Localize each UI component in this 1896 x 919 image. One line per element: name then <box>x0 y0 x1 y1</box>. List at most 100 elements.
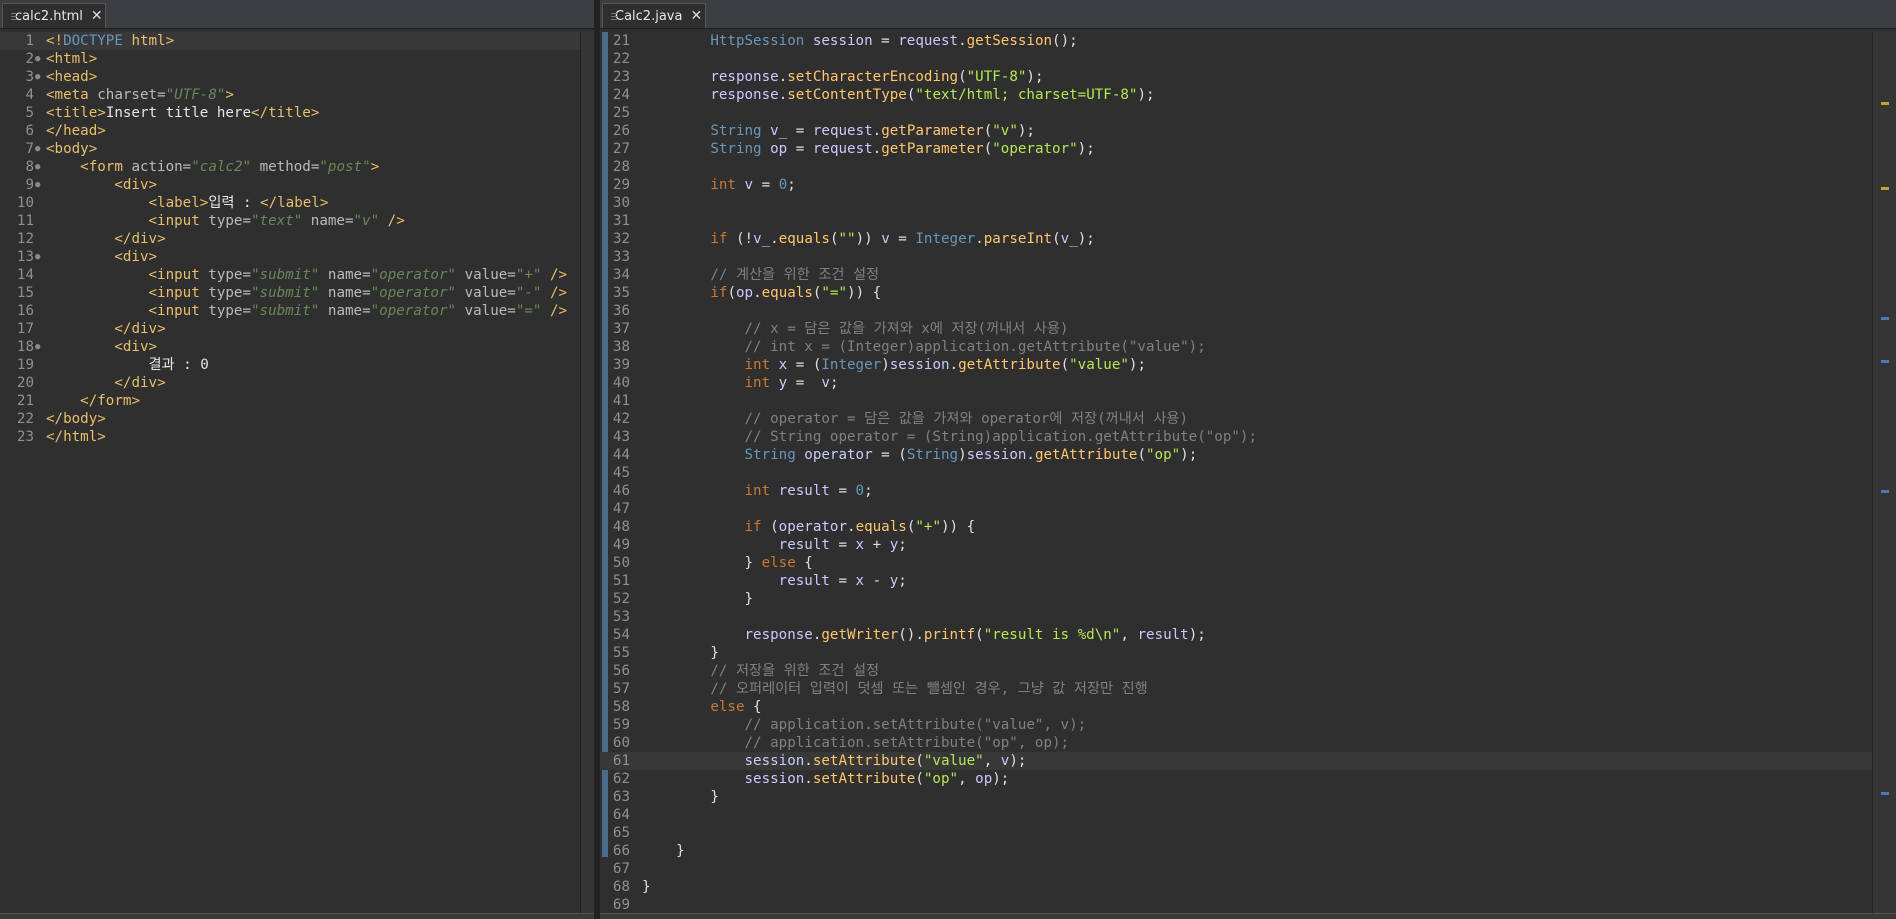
java-horizontal-scrollbar[interactable] <box>600 913 1896 919</box>
code-line[interactable]: 21 HttpSession session = request.getSess… <box>600 32 1896 50</box>
code-line[interactable]: 27 String op = request.getParameter("ope… <box>600 140 1896 158</box>
code-line[interactable]: 45 <box>600 464 1896 482</box>
close-icon[interactable]: ✕ <box>91 8 103 24</box>
code-line[interactable]: 61 session.setAttribute("value", v); <box>600 752 1896 770</box>
code-line[interactable]: 41 <box>600 392 1896 410</box>
java-editor-pane[interactable]: Calc2.java ✕ 21 HttpSession session = re… <box>600 0 1896 919</box>
code-line[interactable]: 59 // application.setAttribute("value", … <box>600 716 1896 734</box>
html-vertical-scrollbar[interactable] <box>580 32 594 919</box>
fold-toggle-icon[interactable]: ● <box>35 158 40 176</box>
fold-toggle-icon[interactable]: ● <box>35 338 40 356</box>
code-line[interactable]: 31 <box>600 212 1896 230</box>
java-overview-ruler[interactable] <box>1872 32 1896 919</box>
code-line[interactable]: 52 } <box>600 590 1896 608</box>
code-line[interactable]: 19 결과 : 0 <box>0 356 594 374</box>
occurrence-marker[interactable] <box>1881 490 1889 493</box>
code-line[interactable]: 53 <box>600 608 1896 626</box>
fold-toggle-icon[interactable]: ● <box>35 176 40 194</box>
fold-toggle-icon[interactable]: ● <box>35 140 40 158</box>
code-line[interactable]: 65 <box>600 824 1896 842</box>
code-line[interactable]: 12 </div> <box>0 230 594 248</box>
tab-calc2-html[interactable]: calc2.html ✕ <box>2 3 106 28</box>
code-line[interactable]: 62 session.setAttribute("op", op); <box>600 770 1896 788</box>
code-line[interactable]: 69 <box>600 896 1896 914</box>
tab-calc2-java[interactable]: Calc2.java ✕ <box>602 3 706 28</box>
code-line[interactable]: 25 <box>600 104 1896 122</box>
code-token: "submit" <box>251 303 320 319</box>
code-line[interactable]: 34 // 계산을 위한 조건 설정 <box>600 266 1896 284</box>
code-line[interactable]: 64 <box>600 806 1896 824</box>
code-line[interactable]: 44 String operator = (String)session.get… <box>600 446 1896 464</box>
code-line[interactable]: 38 // int x = (Integer)application.getAt… <box>600 338 1896 356</box>
code-line[interactable]: 14 <input type="submit" name="operator" … <box>0 266 594 284</box>
code-line[interactable]: 68} <box>600 878 1896 896</box>
code-line[interactable]: 24 response.setContentType("text/html; c… <box>600 86 1896 104</box>
code-token: String <box>710 141 771 157</box>
code-line[interactable]: 33 <box>600 248 1896 266</box>
code-line[interactable]: 32 if (!v_.equals("")) v = Integer.parse… <box>600 230 1896 248</box>
code-line[interactable]: 56 // 저장을 위한 조건 설정 <box>600 662 1896 680</box>
code-line[interactable]: 23 response.setCharacterEncoding("UTF-8"… <box>600 68 1896 86</box>
code-line[interactable]: 22 </body> <box>0 410 594 428</box>
code-line[interactable]: 17 </div> <box>0 320 594 338</box>
code-line[interactable]: 39 int x = (Integer)session.getAttribute… <box>600 356 1896 374</box>
code-line[interactable]: 67 <box>600 860 1896 878</box>
code-line[interactable]: 50 } else { <box>600 554 1896 572</box>
code-line[interactable]: 16 <input type="submit" name="operator" … <box>0 302 594 320</box>
code-line[interactable]: 9 ● <div> <box>0 176 594 194</box>
warning-marker[interactable] <box>1881 187 1889 190</box>
code-line[interactable]: 4 <meta charset="UTF-8"> <box>0 86 594 104</box>
code-line[interactable]: 7 ● <body> <box>0 140 594 158</box>
code-line[interactable]: 20 </div> <box>0 374 594 392</box>
code-line[interactable]: 22 <box>600 50 1896 68</box>
code-line[interactable]: 66 } <box>600 842 1896 860</box>
warning-marker[interactable] <box>1881 102 1889 105</box>
code-line[interactable]: 11 <input type="text" name="v" /> <box>0 212 594 230</box>
code-line[interactable]: 13 ● <div> <box>0 248 594 266</box>
fold-toggle-icon[interactable]: ● <box>35 68 40 86</box>
code-line[interactable]: 54 response.getWriter().printf("result i… <box>600 626 1896 644</box>
fold-toggle-icon[interactable]: ● <box>35 50 40 68</box>
code-line[interactable]: 55 } <box>600 644 1896 662</box>
code-line[interactable]: 48 if (operator.equals("+")) { <box>600 518 1896 536</box>
code-line[interactable]: 43 // String operator = (String)applicat… <box>600 428 1896 446</box>
code-token: ) <box>958 447 967 463</box>
close-icon[interactable]: ✕ <box>690 8 702 24</box>
code-line[interactable]: 28 <box>600 158 1896 176</box>
code-line[interactable]: 40 int y = v; <box>600 374 1896 392</box>
fold-toggle-icon[interactable]: ● <box>35 248 40 266</box>
code-line[interactable]: 10 <label>입력 : </label> <box>0 194 594 212</box>
code-token: </ <box>260 195 278 211</box>
code-line[interactable]: 51 result = x - y; <box>600 572 1896 590</box>
code-line[interactable]: 3 ● <head> <box>0 68 594 86</box>
html-editor-pane[interactable]: calc2.html ✕ 1 <!DOCTYPE html> 2 ● <html> 3 ● <… <box>0 0 594 919</box>
code-line[interactable]: 42 // operator = 담은 값을 가져와 operator에 저장(… <box>600 410 1896 428</box>
occurrence-marker[interactable] <box>1881 317 1889 320</box>
code-line[interactable]: 21 </form> <box>0 392 594 410</box>
code-line[interactable]: 36 <box>600 302 1896 320</box>
occurrence-marker[interactable] <box>1881 792 1889 795</box>
code-line[interactable]: 2 ● <html> <box>0 50 594 68</box>
code-line[interactable]: 30 <box>600 194 1896 212</box>
code-line[interactable]: 6 </head> <box>0 122 594 140</box>
code-line[interactable]: 46 int result = 0; <box>600 482 1896 500</box>
code-line[interactable]: 26 String v_ = request.getParameter("v")… <box>600 122 1896 140</box>
code-line[interactable]: 57 // 오퍼레이터 입력이 덧셈 또는 뺄셈인 경우, 그냥 값 저장만 진… <box>600 680 1896 698</box>
code-line[interactable]: 49 result = x + y; <box>600 536 1896 554</box>
code-line[interactable]: 15 <input type="submit" name="operator" … <box>0 284 594 302</box>
code-line[interactable]: 29 int v = 0; <box>600 176 1896 194</box>
code-line[interactable]: 5 <title>Insert title here</title> <box>0 104 594 122</box>
occurrence-marker[interactable] <box>1881 360 1889 363</box>
code-line[interactable]: 18 ● <div> <box>0 338 594 356</box>
code-line[interactable]: 58 else { <box>600 698 1896 716</box>
code-line[interactable]: 60 // application.setAttribute("op", op)… <box>600 734 1896 752</box>
code-line[interactable]: 1 <!DOCTYPE html> <box>0 32 594 50</box>
code-line[interactable]: 8 ● <form action="calc2" method="post"> <box>0 158 594 176</box>
code-line[interactable]: 37 // x = 담은 값을 가져와 x에 저장(꺼내서 사용) <box>600 320 1896 338</box>
code-line[interactable]: 47 <box>600 500 1896 518</box>
code-line[interactable]: 63 } <box>600 788 1896 806</box>
code-line[interactable]: 23 </html> <box>0 428 594 446</box>
line-number: 54 <box>612 627 630 643</box>
html-horizontal-scrollbar[interactable] <box>0 913 594 919</box>
code-line[interactable]: 35 if(op.equals("=")) { <box>600 284 1896 302</box>
